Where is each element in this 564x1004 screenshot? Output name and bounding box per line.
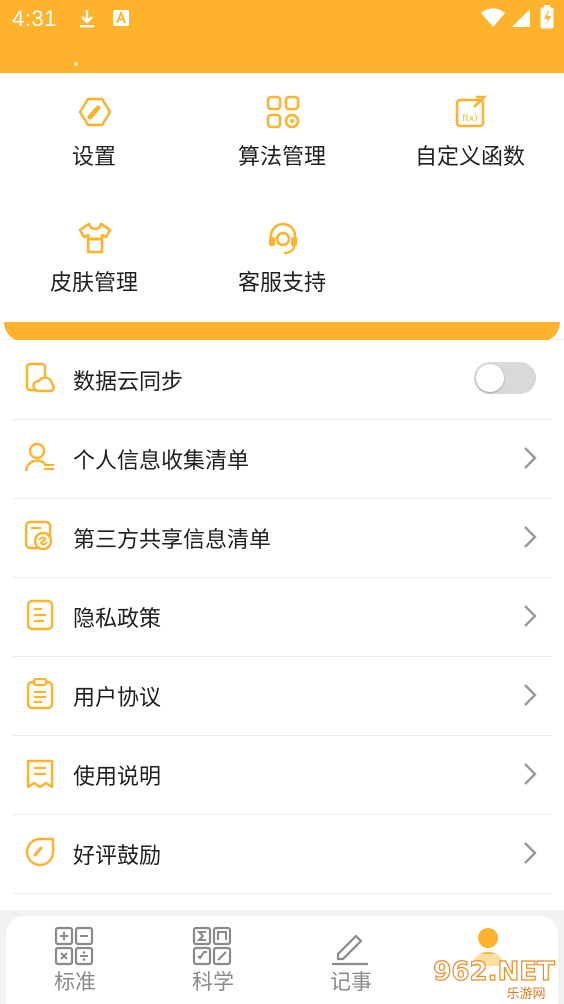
list-item-label: 个人信息收集清单 <box>73 449 250 474</box>
site-watermark-logo: 962.NET 乐游网 <box>430 954 558 1002</box>
grid-item-label: 客服支持 <box>237 271 326 296</box>
function-grid: 设置 算法管理 f(x) 自定义函数 皮肤管理 客服支持 <box>0 73 564 339</box>
list-item-user-agreement[interactable]: 用户协议 <box>12 656 552 736</box>
agreement-icon <box>26 678 54 710</box>
header-curve-decoration <box>4 322 560 342</box>
personal-info-icon <box>24 442 54 472</box>
grid-item-custom-function[interactable]: f(x) 自定义函数 <box>376 73 564 173</box>
tab-standard[interactable]: 标准 <box>6 916 144 1004</box>
third-party-share-icon <box>24 520 53 551</box>
tab-scientific[interactable]: 科学 <box>144 916 282 1004</box>
grid-item-label: 自定义函数 <box>414 145 525 170</box>
headset-icon <box>269 222 297 255</box>
settings-icon <box>78 97 112 127</box>
cloud-sync-toggle[interactable] <box>474 362 536 394</box>
svg-text:962.NET: 962.NET <box>433 957 555 987</box>
instructions-icon <box>26 759 54 789</box>
list-item-label: 好评鼓励 <box>73 844 162 869</box>
tab-notes[interactable]: 记事 <box>282 916 420 1004</box>
grid-item-support[interactable]: 客服支持 <box>188 199 376 299</box>
svg-text:乐游网: 乐游网 <box>506 987 545 1002</box>
list-item-label: 用户协议 <box>73 686 162 711</box>
rate-icon <box>25 837 55 867</box>
scientific-calc-icon <box>192 926 232 966</box>
settings-list: 数据云同步 个人信息收集清单 第三方共享信息清单 隐私政策 用户协议 使用说明 … <box>0 340 564 910</box>
status-time: 4:31 <box>12 6 57 31</box>
list-item-personal-info[interactable]: 个人信息收集清单 <box>12 419 552 499</box>
tab-label: 科学 <box>192 970 234 994</box>
svg-text:f(x): f(x) <box>462 114 478 124</box>
signal-icon <box>512 9 530 27</box>
skin-icon <box>78 222 112 254</box>
list-item-label: 第三方共享信息清单 <box>73 528 272 553</box>
grid-item-label: 算法管理 <box>237 145 326 170</box>
chevron-right-icon <box>524 605 537 627</box>
list-item-cloud-sync: 数据云同步 <box>12 340 552 420</box>
grid-item-label: 皮肤管理 <box>49 271 138 296</box>
app-notification-icon <box>113 10 129 26</box>
standard-calc-icon <box>54 926 94 966</box>
tab-label: 标准 <box>54 970 96 994</box>
list-item-third-party[interactable]: 第三方共享信息清单 <box>12 498 552 578</box>
grid-item-skin[interactable]: 皮肤管理 <box>0 199 188 299</box>
page-indicator-dot <box>74 62 78 66</box>
privacy-icon <box>26 599 54 631</box>
algorithm-icon <box>266 95 300 129</box>
chevron-right-icon <box>524 763 537 785</box>
toggle-knob <box>476 364 504 392</box>
list-item-rate[interactable]: 好评鼓励 <box>12 814 552 894</box>
grid-item-label: 设置 <box>71 145 116 170</box>
list-item-label: 使用说明 <box>73 765 162 790</box>
list-item-label: 隐私政策 <box>73 607 162 632</box>
download-icon <box>80 10 94 28</box>
battery-icon <box>540 5 554 29</box>
list-item-label: 数据云同步 <box>73 370 184 395</box>
cloud-sync-icon <box>25 362 55 393</box>
list-item-instructions[interactable]: 使用说明 <box>12 735 552 815</box>
chevron-right-icon <box>524 447 537 469</box>
notes-icon <box>332 934 368 966</box>
chevron-right-icon <box>524 526 537 548</box>
chevron-right-icon <box>524 842 537 864</box>
grid-item-settings[interactable]: 设置 <box>0 73 188 173</box>
wifi-icon <box>481 8 505 27</box>
list-item-privacy[interactable]: 隐私政策 <box>12 577 552 657</box>
tab-label: 记事 <box>330 970 372 994</box>
status-bar: 4:31 <box>0 0 564 73</box>
function-icon: f(x) <box>455 95 488 128</box>
chevron-right-icon <box>524 684 537 706</box>
grid-item-algorithm[interactable]: 算法管理 <box>188 73 376 173</box>
